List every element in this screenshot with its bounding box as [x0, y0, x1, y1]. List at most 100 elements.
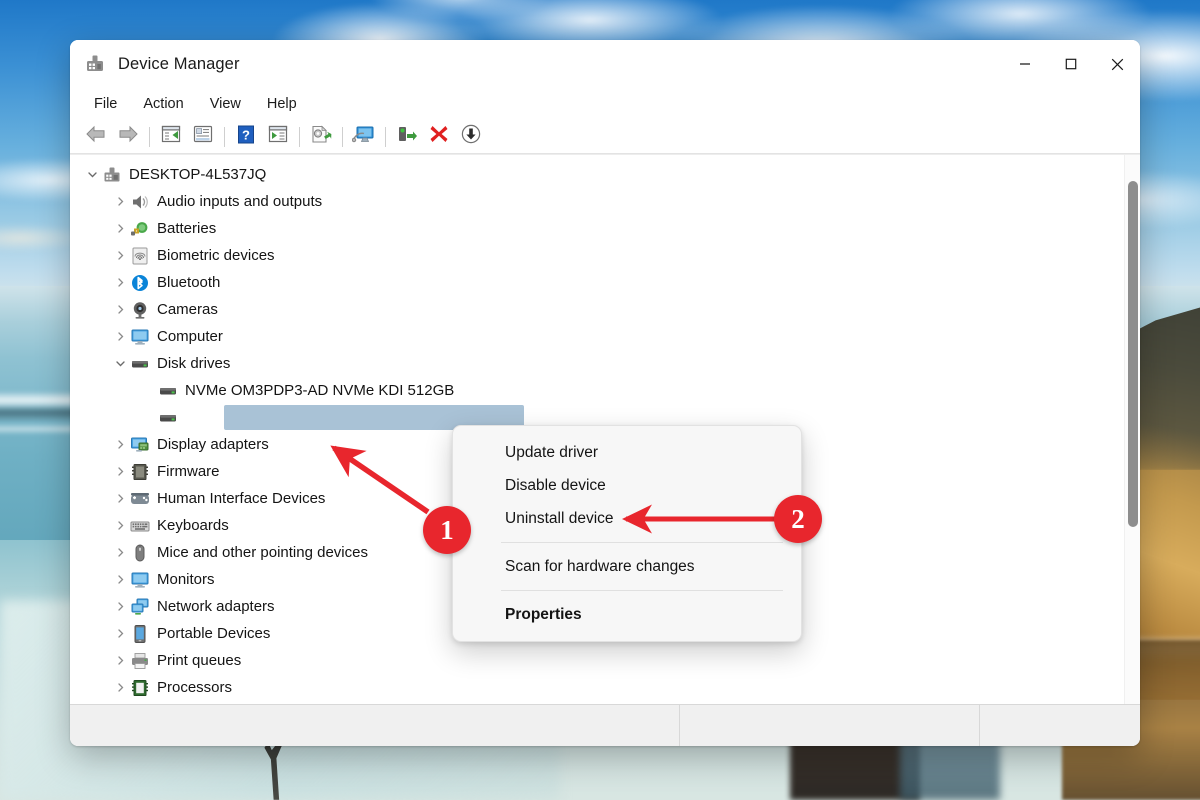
scan-for-hardware-changes-button[interactable]: [348, 123, 380, 151]
tree-item-print-queues[interactable]: Print queues: [70, 647, 1140, 674]
speaker-icon: [130, 192, 150, 212]
device-context-menu: Update driver Disable device Uninstall d…: [452, 425, 802, 642]
download-arrow-icon: [461, 124, 481, 149]
hid-gamepad-icon: [130, 489, 150, 509]
chevron-right-icon[interactable]: [110, 431, 130, 458]
red-x-icon: [429, 124, 449, 149]
download-button[interactable]: [455, 123, 487, 151]
ctx-uninstall-device[interactable]: Uninstall device: [453, 502, 801, 535]
tree-item-audio-inputs-and-outputs[interactable]: Audio inputs and outputs: [70, 188, 1140, 215]
chevron-right-icon[interactable]: [110, 674, 130, 701]
toolbar-separator: [385, 126, 386, 147]
disk-drive-icon: [158, 381, 178, 401]
menu-view[interactable]: View: [198, 92, 253, 116]
tree-item-processors[interactable]: Processors: [70, 674, 1140, 701]
menu-file[interactable]: File: [82, 92, 129, 116]
battery-icon: [130, 219, 150, 239]
chevron-right-icon[interactable]: [110, 512, 130, 539]
tree-item-label: Human Interface Devices: [157, 490, 326, 507]
forward-arrow-icon: [117, 125, 139, 148]
update-driver-button[interactable]: [305, 123, 337, 151]
tree-item-label: Portable Devices: [157, 625, 271, 642]
menu-action[interactable]: Action: [131, 92, 195, 116]
chevron-down-icon[interactable]: [110, 350, 130, 377]
chevron-right-icon[interactable]: [110, 323, 130, 350]
chevron-right-icon[interactable]: [110, 593, 130, 620]
window-title: Device Manager: [118, 54, 240, 73]
bluetooth-icon: [130, 273, 150, 293]
tree-item-label: Bluetooth: [157, 274, 221, 291]
back-arrow-icon: [85, 125, 107, 148]
tree-root-row[interactable]: DESKTOP-4L537JQ: [70, 161, 1140, 188]
tree-item-bluetooth[interactable]: Bluetooth: [70, 269, 1140, 296]
uninstall-device-button[interactable]: [423, 123, 455, 151]
tree-item-label: Mice and other pointing devices: [157, 544, 368, 561]
forward-button[interactable]: [112, 123, 144, 151]
chevron-right-icon[interactable]: [110, 539, 130, 566]
tree-item-label: Cameras: [157, 301, 218, 318]
processor-icon: [130, 678, 150, 698]
tree-item-label: Print queues: [157, 652, 242, 669]
tree-item-label: Computer: [157, 328, 223, 345]
chevron-right-icon[interactable]: [110, 458, 130, 485]
help-question-icon: ?: [237, 125, 255, 149]
tree-item-cameras[interactable]: Cameras: [70, 296, 1140, 323]
back-button[interactable]: [80, 123, 112, 151]
ctx-properties[interactable]: Properties: [453, 598, 801, 631]
tree-item-computer[interactable]: Computer: [70, 323, 1140, 350]
action-pane-icon: [268, 125, 288, 148]
toolbar-separator: [299, 126, 300, 147]
tree-item-disk-drives[interactable]: Disk drives: [70, 350, 1140, 377]
chevron-placeholder: [138, 377, 158, 404]
chevron-right-icon[interactable]: [110, 620, 130, 647]
tree-item-label: Monitors: [157, 571, 215, 588]
help-button[interactable]: ?: [230, 123, 262, 151]
tree-item-batteries[interactable]: Batteries: [70, 215, 1140, 242]
show-hide-console-tree-button[interactable]: [155, 123, 187, 151]
status-bar: [70, 704, 1140, 746]
chevron-right-icon[interactable]: [110, 485, 130, 512]
title-bar: Device Manager: [70, 40, 1140, 88]
chevron-placeholder: [138, 404, 158, 431]
tree-item-biometric-devices[interactable]: Biometric devices: [70, 242, 1140, 269]
chevron-right-icon[interactable]: [110, 188, 130, 215]
tree-root-label: DESKTOP-4L537JQ: [129, 166, 267, 183]
ctx-update-driver[interactable]: Update driver: [453, 436, 801, 469]
menu-help[interactable]: Help: [255, 92, 309, 116]
chevron-right-icon[interactable]: [110, 269, 130, 296]
tree-item-label: Firmware: [157, 463, 220, 480]
printer-icon: [130, 651, 150, 671]
chevron-right-icon[interactable]: [110, 215, 130, 242]
svg-text:?: ?: [242, 127, 250, 142]
portable-device-icon: [130, 624, 150, 644]
show-hide-action-pane-button[interactable]: [262, 123, 294, 151]
enable-device-button[interactable]: [391, 123, 423, 151]
computer-root-icon: [102, 165, 122, 185]
disk-drive-icon: [158, 408, 178, 428]
maximize-button[interactable]: [1048, 40, 1094, 88]
scan-monitor-icon: [351, 125, 376, 149]
device-manager-icon: [84, 53, 106, 75]
chevron-right-icon[interactable]: [110, 242, 130, 269]
chevron-right-icon[interactable]: [110, 296, 130, 323]
minimize-button[interactable]: [1002, 40, 1048, 88]
vertical-scrollbar[interactable]: [1124, 155, 1140, 704]
menu-bar: File Action View Help: [70, 88, 1140, 120]
tree-item-nvme-disk[interactable]: NVMe OM3PDP3-AD NVMe KDI 512GB: [70, 377, 1140, 404]
context-menu-separator: [501, 542, 783, 543]
ctx-disable-device[interactable]: Disable device: [453, 469, 801, 502]
properties-button[interactable]: [187, 123, 219, 151]
ctx-scan-for-hardware-changes[interactable]: Scan for hardware changes: [453, 550, 801, 583]
chevron-right-icon[interactable]: [110, 647, 130, 674]
tree-item-label: Network adapters: [157, 598, 275, 615]
toolbar-separator: [224, 126, 225, 147]
firmware-chip-icon: [130, 462, 150, 482]
tree-item-label: Disk drives: [157, 355, 231, 372]
scrollbar-thumb[interactable]: [1128, 181, 1138, 527]
chevron-right-icon[interactable]: [110, 566, 130, 593]
close-button[interactable]: [1094, 40, 1140, 88]
mouse-icon: [130, 543, 150, 563]
camera-icon: [130, 300, 150, 320]
network-adapter-icon: [130, 597, 150, 617]
chevron-down-icon[interactable]: [82, 161, 102, 188]
